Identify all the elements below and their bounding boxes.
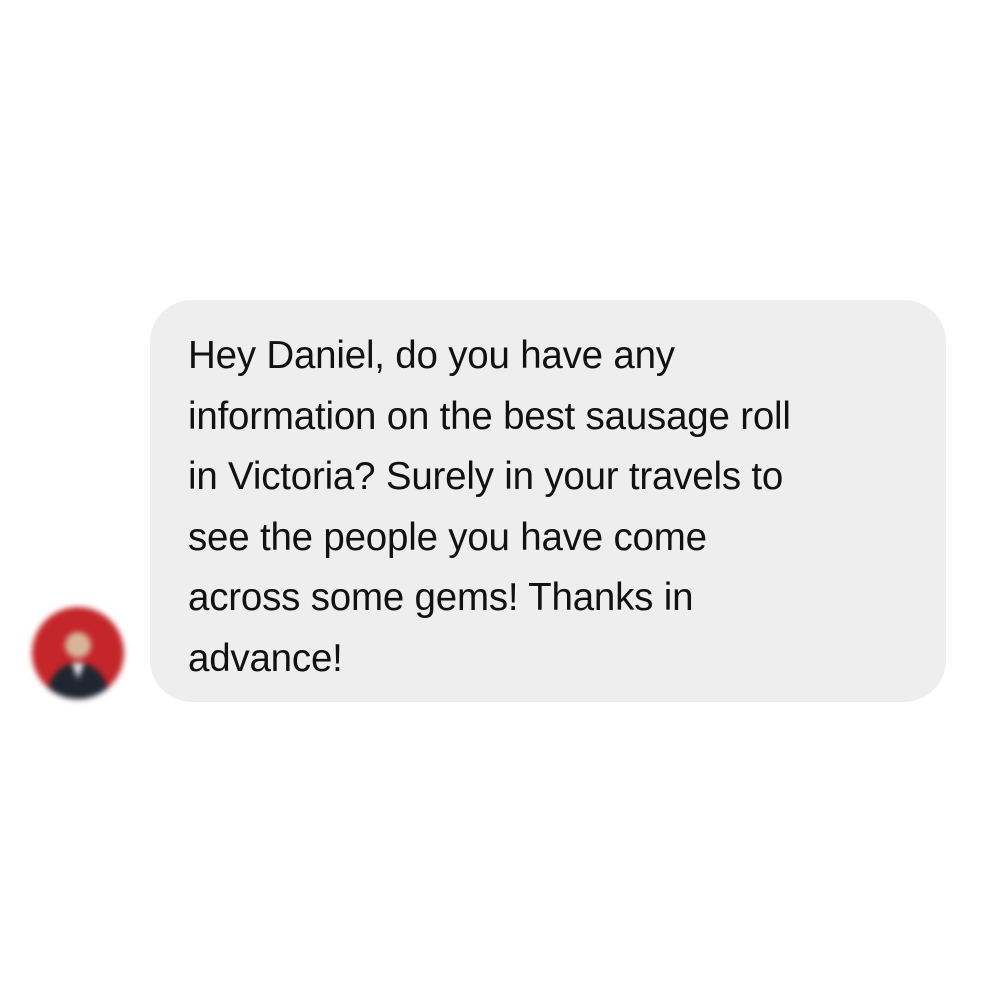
message-bubble[interactable]: Hey Daniel, do you have any information … [150, 300, 946, 702]
sender-avatar[interactable] [32, 607, 124, 699]
message-text: Hey Daniel, do you have any information … [188, 334, 791, 680]
incoming-message-row: Hey Daniel, do you have any information … [0, 0, 999, 999]
avatar-photo-icon [32, 607, 124, 699]
